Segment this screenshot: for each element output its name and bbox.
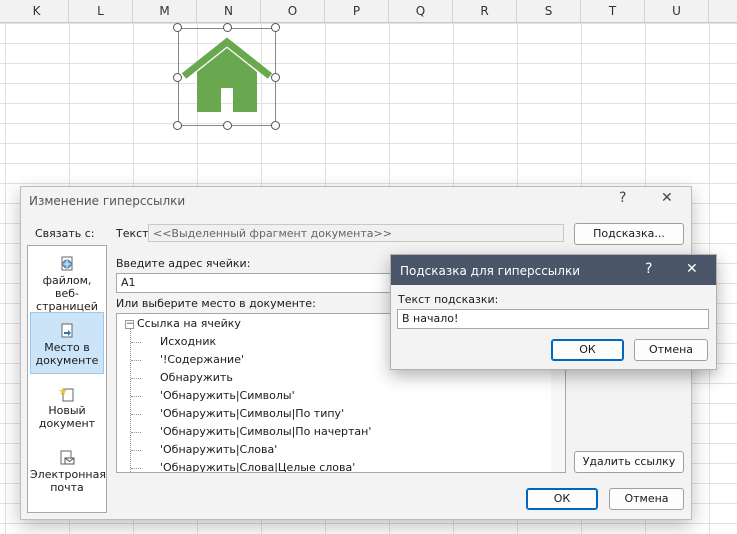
sidebar-item-label: Место в <box>44 341 90 354</box>
file-globe-icon <box>61 256 73 271</box>
sidebar-item-label: документ <box>38 417 96 430</box>
tree-connector <box>131 432 141 433</box>
resize-handle[interactable] <box>271 23 280 32</box>
sidebar-item-email[interactable]: Электронная почта <box>30 450 106 496</box>
column-header[interactable]: M <box>133 0 197 22</box>
email-icon <box>60 450 75 465</box>
text-label: Текст: <box>116 227 153 240</box>
sidebar-item-place-in-document[interactable]: Место в документе <box>30 312 104 374</box>
tree-node[interactable]: 'Обнаружить|Символы|По типу' <box>160 407 344 420</box>
cell-reference-label: Введите адрес ячейки: <box>116 257 251 270</box>
tree-node[interactable]: Исходник <box>160 335 216 348</box>
column-header[interactable]: Q <box>389 0 453 22</box>
ok-button[interactable]: ОК <box>526 488 598 510</box>
tree-node[interactable]: 'Обнаружить|Символы' <box>160 389 295 402</box>
resize-handle[interactable] <box>223 23 232 32</box>
tree-connector <box>131 468 141 469</box>
help-button[interactable]: ? <box>645 261 652 277</box>
hyperlink-tooltip-dialog: Подсказка для гиперссылки ? ✕ Текст подс… <box>390 254 717 370</box>
column-header[interactable]: O <box>261 0 325 22</box>
tooltip-dialog-titlebar: Подсказка для гиперссылки ? ✕ <box>391 255 716 285</box>
sidebar-item-label: файлом, веб- <box>42 274 92 300</box>
tree-connector <box>131 396 141 397</box>
resize-handle[interactable] <box>271 121 280 130</box>
help-button[interactable]: ? <box>619 190 626 206</box>
sidebar-item-file-web[interactable]: файлом, веб- страницей <box>30 256 104 313</box>
tree-connector <box>131 360 141 361</box>
tree-node[interactable]: 'Обнаружить|Символы|По начертан' <box>160 425 371 438</box>
cancel-button[interactable]: Отмена <box>634 339 708 361</box>
tree-connector <box>131 450 141 451</box>
column-header[interactable]: L <box>69 0 133 22</box>
column-header[interactable]: K <box>5 0 69 22</box>
sidebar-item-label: почта <box>50 481 84 494</box>
display-text-field[interactable]: <<Выделенный фрагмент документа>> <box>148 224 564 242</box>
new-document-icon <box>59 387 74 402</box>
close-button[interactable]: ✕ <box>686 261 698 277</box>
sidebar-item-new-document[interactable]: Новый документ <box>30 386 104 432</box>
tree-node[interactable]: 'Обнаружить|Слова' <box>160 443 277 456</box>
column-headers: K L M N O P Q R S T U <box>0 0 737 23</box>
sidebar-item-label: Новый <box>48 404 86 417</box>
resize-handle[interactable] <box>223 121 232 130</box>
sidebar-item-label: Электронная <box>30 468 106 481</box>
resize-handle[interactable] <box>173 23 182 32</box>
tooltip-dialog-title: Подсказка для гиперссылки <box>400 264 580 278</box>
document-place-icon <box>61 323 73 338</box>
resize-handle[interactable] <box>271 73 280 82</box>
resize-handle[interactable] <box>173 121 182 130</box>
tooltip-text-label: Текст подсказки: <box>398 293 499 306</box>
tooltip-button[interactable]: Подсказка... <box>574 223 684 245</box>
tree-node-cell-reference[interactable]: Ссылка на ячейку <box>137 317 241 330</box>
column-header[interactable]: R <box>453 0 517 22</box>
column-header[interactable]: S <box>517 0 581 22</box>
ok-button[interactable]: ОК <box>551 339 624 361</box>
house-icon-shape[interactable] <box>173 23 280 130</box>
tooltip-text-input[interactable]: В начало! <box>397 309 709 329</box>
cancel-button[interactable]: Отмена <box>609 488 684 510</box>
column-header[interactable]: U <box>645 0 709 22</box>
link-type-sidebar: файлом, веб- страницей Место в документе… <box>27 245 107 513</box>
link-with-label: Связать с: <box>35 227 95 240</box>
tree-connector <box>131 414 141 415</box>
dialog-title: Изменение гиперссылки <box>29 194 186 208</box>
column-header[interactable]: N <box>197 0 261 22</box>
tree-connector <box>131 378 141 379</box>
place-in-document-label: Или выберите место в документе: <box>116 297 316 310</box>
column-header[interactable]: T <box>581 0 645 22</box>
house-icon <box>181 37 273 112</box>
remove-link-button[interactable]: Удалить ссылку <box>574 451 684 473</box>
tree-node[interactable]: '!Содержание' <box>160 353 244 366</box>
tree-connector <box>131 342 141 343</box>
column-header[interactable]: P <box>325 0 389 22</box>
tree-node[interactable]: 'Обнаружить|Слова|Целые слова' <box>160 461 355 472</box>
collapse-toggle-icon[interactable]: − <box>125 320 134 329</box>
tree-node[interactable]: Обнаружить <box>160 371 233 384</box>
sidebar-item-label: документе <box>35 354 99 367</box>
close-button[interactable]: ✕ <box>661 190 673 206</box>
cell-reference-input[interactable]: A1 <box>116 273 396 293</box>
resize-handle[interactable] <box>173 73 182 82</box>
